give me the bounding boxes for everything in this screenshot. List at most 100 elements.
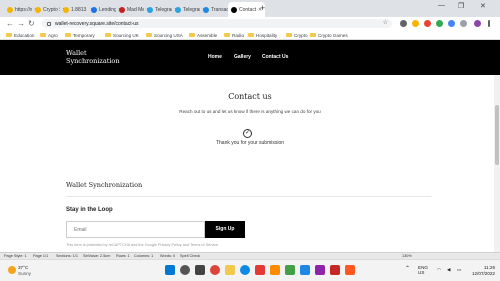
nav-gallery[interactable]: Gallery (234, 54, 251, 60)
footer-brand[interactable]: Wallet Synchronization (66, 181, 142, 189)
site-logo[interactable]: Wallet Synchronization (66, 49, 120, 65)
region-code: US (418, 270, 425, 275)
bookmark-temporary[interactable]: Temporary (65, 31, 95, 39)
battery-icon[interactable]: ▭ (457, 267, 461, 272)
bookmark-education[interactable]: Education (6, 31, 34, 39)
app-icon[interactable] (315, 265, 325, 275)
bookmark-sourcing-usa[interactable]: Sourcing USA (146, 31, 183, 39)
sign-up-button[interactable]: Sign Up (205, 221, 245, 238)
footer-divider (66, 196, 431, 197)
browser-toolbar: ← → ↻ wallet-recovery.square.site/contac… (0, 17, 500, 30)
tab-title: Contact u (239, 6, 256, 13)
back-icon[interactable]: ← (6, 18, 14, 29)
app-icon[interactable] (255, 265, 265, 275)
weather-condition[interactable]: Sunny (18, 271, 31, 276)
app-icon[interactable] (330, 265, 340, 275)
bookmark-label: Temporary (73, 32, 95, 38)
url-text: wallet-recovery.square.site/contact-us (55, 20, 139, 27)
puzzle-icon[interactable] (460, 20, 467, 27)
extension-icon[interactable] (412, 20, 419, 27)
extension-icon[interactable] (424, 20, 431, 27)
minimize-icon[interactable]: — (438, 2, 445, 9)
folder-icon (224, 33, 230, 37)
folder-icon (286, 33, 292, 37)
nav-contact-us[interactable]: Contact Us (262, 54, 288, 60)
status-rows: Rows: 1 (116, 254, 130, 258)
windows-taskbar: 37°C Sunny ⌃ ENG US ◠ ◀ ▭ 11:26 12/07/20… (0, 259, 500, 281)
bookmark-label: Education (14, 32, 35, 38)
tab-title: Mad Mer (127, 6, 144, 13)
edge-icon[interactable] (240, 265, 250, 275)
bookmark-label: Sourcing UK (113, 32, 139, 38)
tab-favicon-icon (147, 6, 153, 13)
system-clock[interactable]: 11:26 12/07/2022 (472, 265, 495, 277)
contact-subtitle: Reach out to us and let us know if there… (179, 109, 321, 114)
folder-icon (65, 33, 71, 37)
start-icon[interactable] (165, 265, 175, 275)
address-bar[interactable]: wallet-recovery.square.site/contact-us ☆ (42, 19, 392, 28)
wifi-icon[interactable]: ◠ (437, 267, 441, 272)
tab-favicon-icon (175, 6, 181, 13)
document-status-bar: Page Style: 1 Page 1/1 Sections: 1/1 Sel… (0, 252, 500, 259)
tab-strip: https://w ✕ Crypto Sc ✕ 1.8813 ✕ Lending… (0, 0, 500, 17)
reload-icon[interactable]: ↻ (28, 18, 35, 29)
nav-home[interactable]: Home (208, 54, 222, 60)
forward-icon[interactable]: → (17, 18, 25, 29)
bookmark-label: Crypto Games (318, 32, 348, 38)
folder-icon (40, 33, 46, 37)
search-icon[interactable] (180, 265, 190, 275)
bookmark-agro[interactable]: Agro (40, 31, 58, 39)
file-explorer-icon[interactable] (225, 265, 235, 275)
volume-icon[interactable]: ◀ (447, 267, 451, 272)
lock-icon[interactable] (47, 21, 51, 26)
page-scrollbar[interactable] (494, 75, 500, 252)
bookmark-label: Crypto (294, 32, 308, 38)
status-zoom[interactable]: 130% (402, 254, 412, 258)
tray-chevron-icon[interactable]: ⌃ (405, 266, 410, 272)
tab-title: 1.8813 (71, 6, 87, 13)
app-icon[interactable] (270, 265, 280, 275)
task-view-icon[interactable] (195, 265, 205, 275)
tab-favicon-icon (63, 6, 69, 13)
bookmark-hospitality[interactable]: Hospitality (248, 31, 277, 39)
close-window-icon[interactable]: ✕ (480, 2, 486, 10)
folder-icon (189, 33, 195, 37)
status-columns: Columns: 1 (134, 254, 154, 258)
tab-title: https://w (15, 6, 32, 13)
folder-icon (248, 33, 254, 37)
folder-icon (105, 33, 111, 37)
app-icon[interactable] (300, 265, 310, 275)
share-icon[interactable] (400, 20, 407, 27)
extension-icon[interactable] (448, 20, 455, 27)
page-content: Contact us Reach out to us and let us kn… (0, 75, 500, 252)
tab-favicon-icon (119, 6, 125, 13)
brave-icon[interactable] (345, 265, 355, 275)
app-icon[interactable] (285, 265, 295, 275)
clock-date: 12/07/2022 (472, 271, 495, 276)
bookmark-radio[interactable]: Radio (224, 31, 244, 39)
bookmark-crypto-games[interactable]: Crypto Games (310, 31, 348, 39)
chrome-icon[interactable] (210, 265, 220, 275)
extension-icon[interactable] (436, 20, 443, 27)
profile-avatar[interactable] (474, 20, 481, 27)
bookmark-star-icon[interactable]: ☆ (383, 19, 388, 28)
sun-icon[interactable] (8, 266, 16, 274)
status-spell-check[interactable]: Spell Check (180, 254, 200, 258)
input-language[interactable]: ENG US (418, 265, 428, 275)
tab-favicon-icon (35, 6, 41, 13)
maximize-icon[interactable]: ❐ (458, 2, 464, 10)
bookmark-assemble[interactable]: Assemble (189, 31, 217, 39)
new-tab-icon[interactable]: + (260, 3, 265, 13)
bookmark-label: Hospitality (256, 32, 278, 38)
bookmark-crypto[interactable]: Crypto (286, 31, 308, 39)
newsletter-title: Stay in the Loop (66, 207, 113, 213)
newsletter-email-input[interactable] (66, 221, 205, 238)
tab-title: Transact (211, 6, 228, 13)
weather-temperature[interactable]: 37°C (18, 265, 28, 270)
scroll-thumb[interactable] (495, 105, 499, 165)
status-sections: Sections: 1/1 (56, 254, 78, 258)
menu-kebab-icon[interactable] (488, 20, 490, 27)
bookmark-sourcing-uk[interactable]: Sourcing UK (105, 31, 139, 39)
check-circle-icon: ✓ (243, 129, 252, 138)
tab-favicon-icon (231, 6, 237, 13)
